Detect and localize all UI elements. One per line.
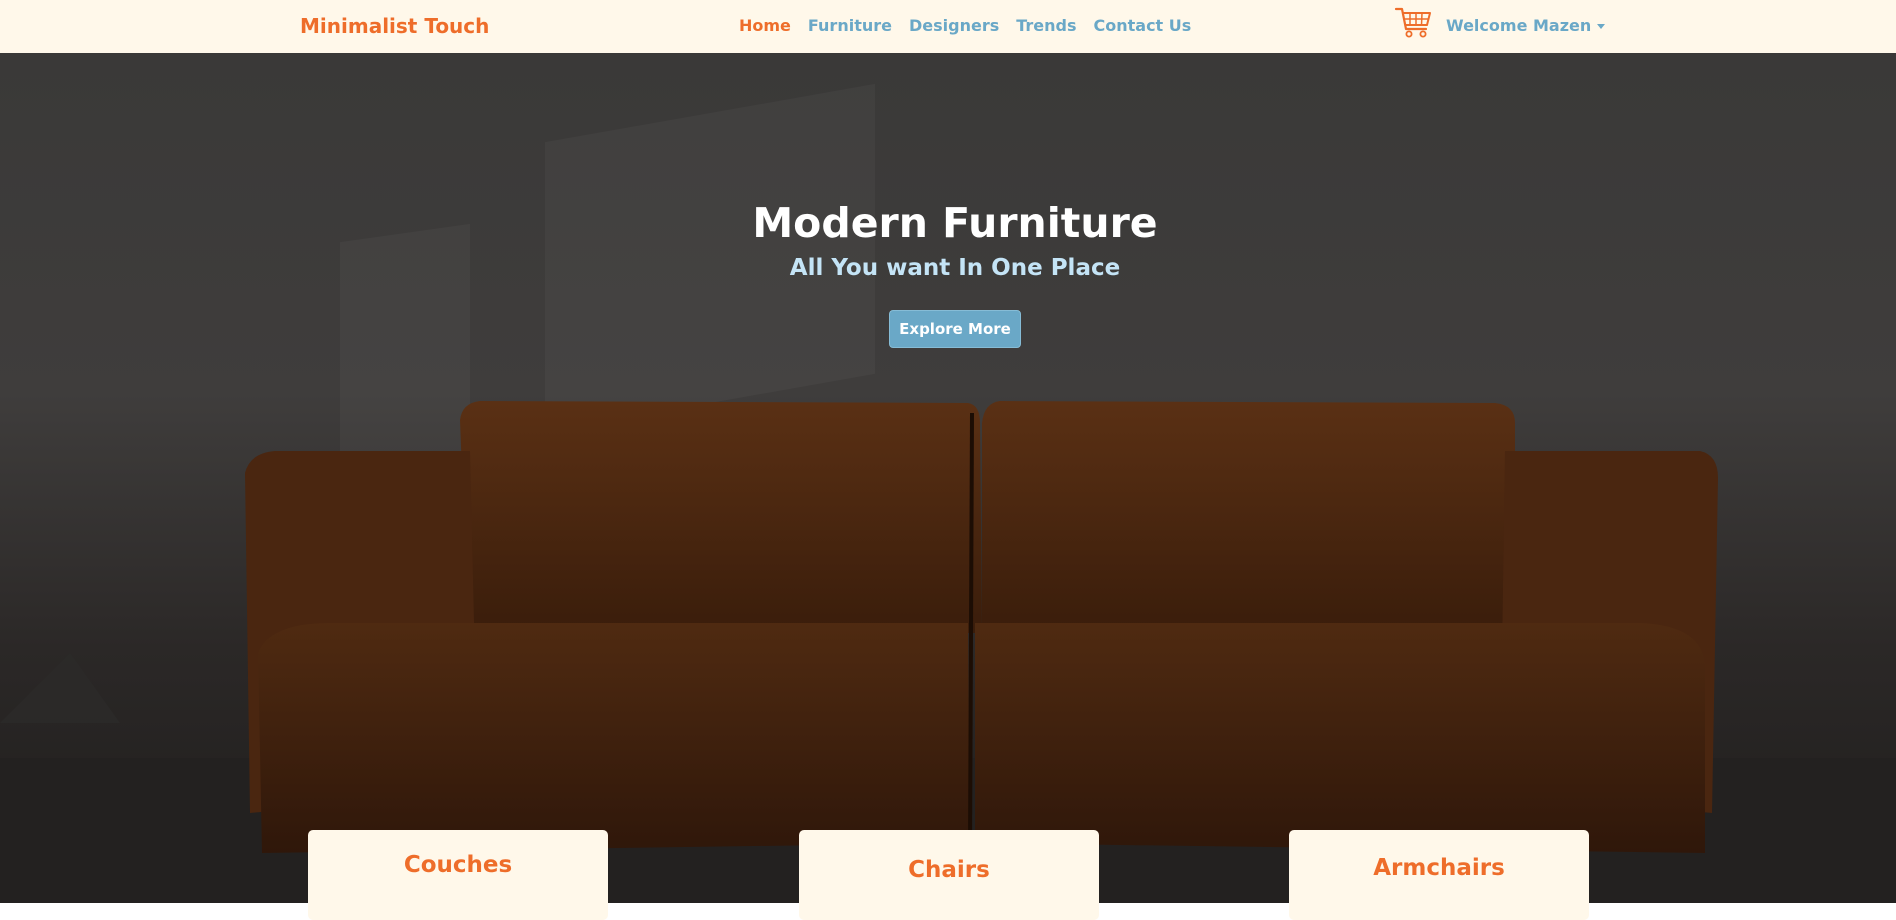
hero-subtitle: All You want In One Place: [789, 255, 1121, 281]
hero-title: Modern Furniture: [752, 199, 1158, 247]
nav-link-home[interactable]: Home: [739, 16, 791, 35]
category-card-armchairs[interactable]: Armchairs: [1289, 830, 1589, 920]
chevron-down-icon: [1597, 24, 1606, 29]
nav-link-trends[interactable]: Trends: [1016, 16, 1076, 35]
user-menu-dropdown[interactable]: Welcome Mazen: [1446, 16, 1606, 35]
nav-link-furniture[interactable]: Furniture: [808, 16, 892, 35]
navbar: Minimalist Touch Home Furniture Designer…: [0, 0, 1896, 53]
category-card-couches[interactable]: Couches: [308, 830, 608, 920]
nav-links: Home Furniture Designers Trends Contact …: [739, 16, 1191, 35]
category-title: Armchairs: [1373, 855, 1505, 881]
nav-link-designers[interactable]: Designers: [909, 16, 999, 35]
hero-section: Modern Furniture All You want In One Pla…: [0, 53, 1896, 903]
sofa-image: [0, 401, 1896, 903]
explore-more-button[interactable]: Explore More: [889, 310, 1021, 348]
hero-content: Modern Furniture All You want In One Pla…: [0, 199, 1896, 348]
nav-link-contact[interactable]: Contact Us: [1094, 16, 1192, 35]
category-title: Couches: [403, 852, 513, 878]
category-title: Chairs: [908, 857, 990, 883]
brand-logo[interactable]: Minimalist Touch: [300, 14, 489, 38]
user-menu-label: Welcome Mazen: [1446, 16, 1592, 35]
shopping-cart-icon[interactable]: [1394, 5, 1432, 39]
category-card-chairs[interactable]: Chairs: [799, 830, 1099, 920]
